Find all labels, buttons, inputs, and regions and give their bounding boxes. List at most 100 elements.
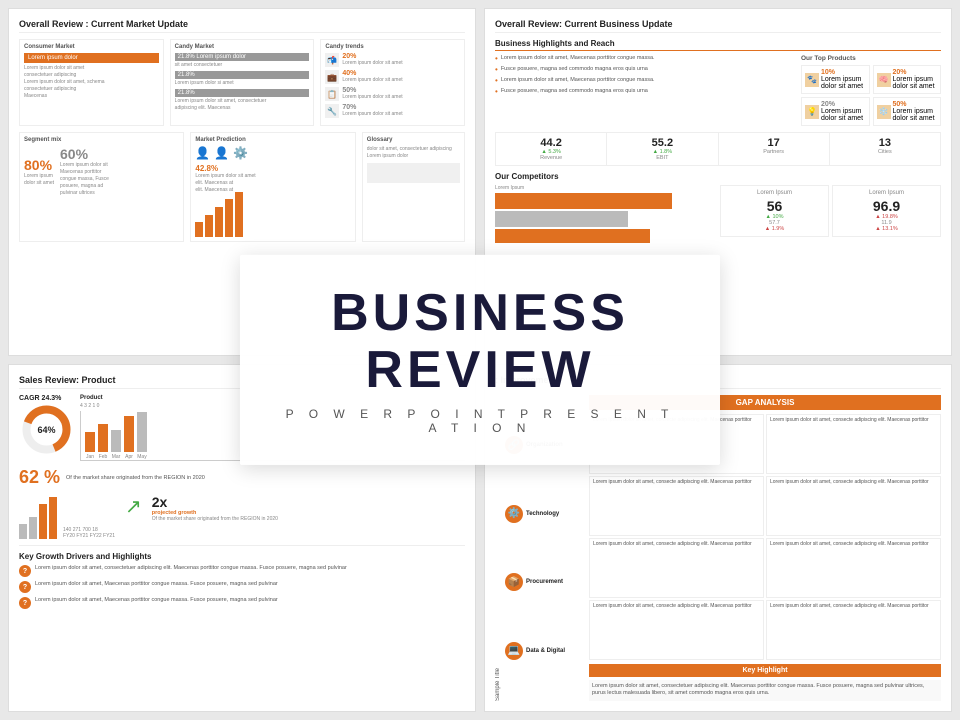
cagr-label: CAGR 24.3% [19, 395, 74, 402]
market-share-pct: 62 % [19, 467, 60, 488]
main-title-line1: BUSINESS [280, 285, 680, 342]
product-pct-3: 20% [821, 101, 863, 108]
candy-market-block: Candy Market 21.8% Lorem ipsum dolor sit… [170, 39, 315, 126]
segment-big-pct2: 60% Lorem ipsum dolor sit Maecenas portt… [60, 146, 109, 197]
comp-bar-orange-1 [495, 193, 672, 209]
glossary-text: dolor sit amet, consectetuer adipiscing [367, 146, 460, 152]
donut-wrap: CAGR 24.3% 64% [19, 395, 74, 461]
bullet-3: • Lorem ipsum dolor sit amet, Maecenas p… [495, 77, 795, 85]
cell-tech-2: Lorem ipsum dolor sit amet, consecte adi… [766, 476, 941, 536]
pred-icon-2: 👤 [214, 146, 229, 160]
trend-pct-2: 40% [342, 70, 402, 77]
product-icon-3: 💡 [805, 105, 819, 119]
pred-bar-1 [195, 222, 203, 237]
trend-pct-4: 70% [342, 104, 402, 111]
trend-icon-3: 📋 [325, 87, 339, 101]
comp-red-3: ▲ 13.1% [837, 226, 936, 232]
pred-chart [195, 197, 350, 237]
comp-bar-section: Lorem Ipsum [495, 185, 716, 245]
pred-bar-5 [235, 192, 243, 237]
chart-pct: 42.8% [195, 164, 350, 173]
pred-icons: 👤 👤 ⚙️ [195, 146, 350, 160]
product-icon-4: ❄️ [877, 105, 891, 119]
market-share-label: Of the market share originated from the … [66, 475, 465, 481]
highlight-text: Lorem ipsum dolor sit amet, consectetuer… [589, 680, 941, 701]
product-pct-2: 20% [893, 69, 935, 76]
orange-bar-1: Lorem ipsum dolor [24, 53, 159, 63]
svg-text:64%: 64% [37, 425, 55, 435]
competitors-section: Our Competitors Lorem Ipsum Lorem Ipsum … [495, 172, 941, 245]
pred-icon-1: 👤 [195, 146, 210, 160]
bar-may: May [137, 412, 147, 460]
trend-item-3: 📋 50% Lorem ipsum dolor sit amet [325, 87, 460, 101]
top-products-section: Our Top Products 🐾 10% Lorem ipsum dolor… [801, 55, 941, 126]
glossary-label: Glossary [367, 137, 460, 143]
metric-label-2: EBIT [613, 155, 711, 161]
growth-sub: Of the market share originated from the … [152, 516, 278, 522]
metric-label-3: Partners [725, 149, 823, 155]
bar-mar: Mar [111, 430, 121, 460]
segment-block: Segment mix 80% Lorem ipsum dolor sit am… [19, 132, 184, 242]
lorem-5: Maecenas [24, 93, 159, 99]
metric-cities: 13 Cities [830, 133, 940, 165]
segment-mix-label: Segment mix [24, 137, 179, 143]
market-pred-label: Market Prediction [195, 137, 350, 143]
key-growth-section: Key Growth Drivers and Highlights ? Lore… [19, 545, 465, 609]
lorem-4: consectetuer adipiscing [24, 86, 159, 92]
product-icon-1: 🐾 [805, 73, 819, 87]
pred-bar-4 [225, 199, 233, 237]
lorem-3: Lorem ipsum dolor sit amet, schema [24, 79, 159, 85]
comp-card-2: Lorem Ipsum 96.9 ▲ 19.8% 11.9 ▲ 13.1% [832, 185, 941, 237]
center-overlay: BUSINESS REVIEW P O W E R P O I N T P R … [240, 255, 720, 465]
segment-row: 80% Lorem ipsum dolor sit amet 60% Lorem… [24, 146, 179, 197]
growth-text-2: Lorem ipsum dolor sit amet, Maecenas por… [35, 581, 278, 589]
bullet-dot-4: • [495, 87, 498, 96]
trend-icon-2: 💼 [325, 70, 339, 84]
cell-proc-1: Lorem ipsum dolor sit amet, consecte adi… [589, 538, 764, 598]
main-title-line2: REVIEW [280, 342, 680, 399]
growth-q-icon-2: ? [19, 581, 31, 593]
metric-value-4: 13 [836, 137, 934, 149]
trend-bar-fy22 [39, 504, 47, 539]
comp-red-1: ▲ 1.9% [725, 226, 824, 232]
trend-pct-3: 50% [342, 87, 402, 94]
bullet-2: • Fusce posuere, magna sed commodo magna… [495, 66, 795, 74]
tech-row: ⚙️ Technology [505, 505, 585, 523]
lorem-1: Lorem ipsum dolor sit amet [24, 65, 159, 71]
comp-card-1: Lorem Ipsum 56 ▲ 10% 57.7 ▲ 1.9% [720, 185, 829, 237]
growth-info: 2x projected growth Of the market share … [152, 494, 278, 539]
bar-labels: 140 271 700 18 FY20 FY21 FY22 FY21 [63, 494, 115, 539]
highlights-title: Business Highlights and Reach [495, 39, 941, 51]
bar-apr: Apr [124, 416, 134, 460]
bullet-text-4: Fusce posuere, magna sed commodo magna e… [501, 88, 648, 95]
trend-item-1: 📬 20% Lorem ipsum dolor sit amet [325, 53, 460, 67]
slide1-bottom-row: Segment mix 80% Lorem ipsum dolor sit am… [19, 132, 465, 242]
proc-row: 📦 Procurement [505, 573, 585, 591]
trend-bar-fy20 [19, 524, 27, 539]
metric-label-1: Revenue [502, 155, 600, 161]
bullet-text-1: Lorem ipsum dolor sit amet, Maecenas por… [501, 55, 655, 62]
proc-icon: 📦 [505, 573, 523, 591]
comp-cards: Lorem Ipsum 56 ▲ 10% 57.7 ▲ 1.9% Lorem I… [720, 185, 941, 237]
segment-big-pct1: 80% Lorem ipsum dolor sit amet [24, 157, 54, 187]
metric-value-3: 17 [725, 137, 823, 149]
trend-pct-1: 20% [342, 53, 402, 60]
gray-bar-2: 21.8% [175, 71, 310, 79]
metric-partners: 17 Partners [719, 133, 830, 165]
products-grid: 🐾 10% Lorem ipsum dolor sit amet 🧠 20% [801, 65, 941, 126]
trend-arrow: ↗ [125, 494, 142, 539]
product-3: 💡 20% Lorem ipsum dolor sit amet [801, 97, 870, 126]
consumer-market-block: Consumer Market Lorem ipsum dolor Lorem … [19, 39, 164, 126]
data-row: 💻 Data & Digital [505, 642, 585, 660]
cell-proc-2: Lorem ipsum dolor sit amet, consecte adi… [766, 538, 941, 598]
glossary-box [367, 163, 460, 183]
product-1: 🐾 10% Lorem ipsum dolor sit amet [801, 65, 870, 94]
metric-label-4: Cities [836, 149, 934, 155]
comp-big-num-2: 96.9 [837, 198, 936, 214]
cell-org-2: Lorem ipsum dolor sit amet, consecte adi… [766, 414, 941, 474]
growth-text-1: Lorem ipsum dolor sit amet, consectetuer… [35, 565, 347, 573]
trend-item-2: 💼 40% Lorem ipsum dolor sit amet [325, 70, 460, 84]
growth-q-icon-1: ? [19, 565, 31, 577]
tech-label: Technology [526, 511, 559, 517]
growth-q-icon-3: ? [19, 597, 31, 609]
